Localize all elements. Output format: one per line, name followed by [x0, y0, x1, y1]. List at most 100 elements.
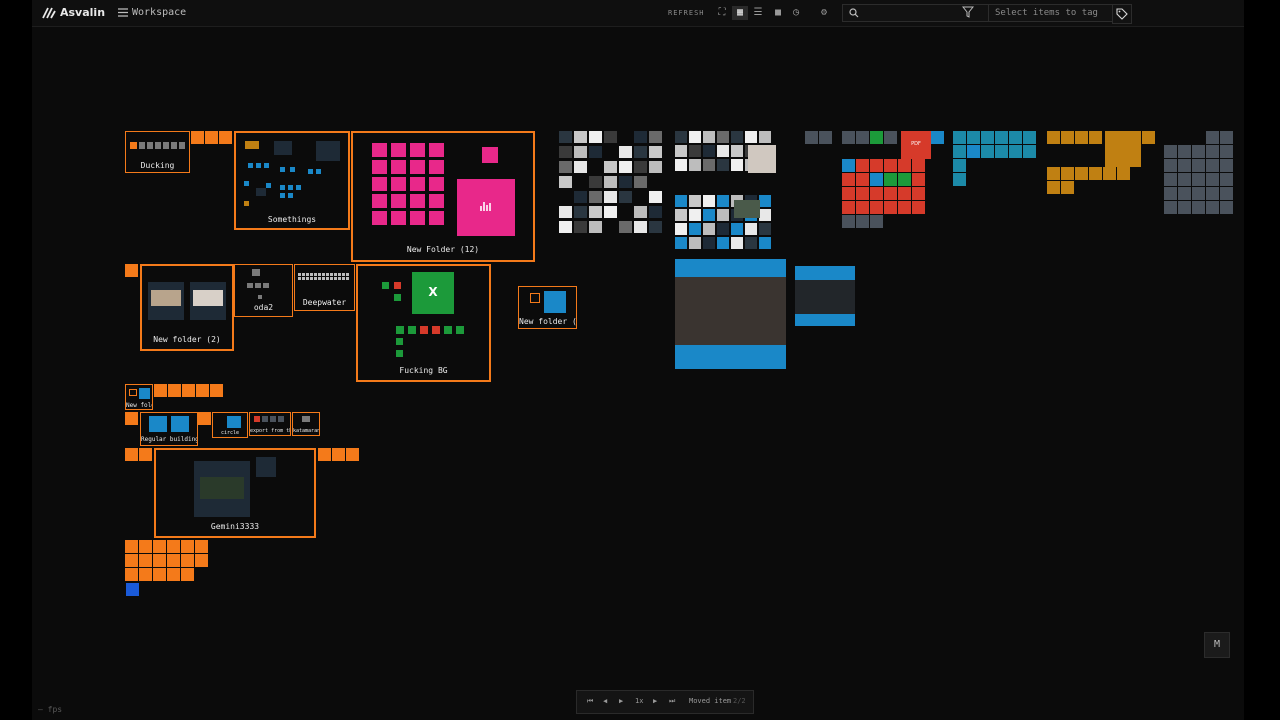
file-tile[interactable]: [870, 187, 883, 200]
folder-katamaran[interactable]: katamaran: [292, 412, 320, 436]
file-tile[interactable]: [856, 131, 869, 144]
play-icon[interactable]: ▶: [619, 697, 623, 705]
file-tile[interactable]: [1164, 145, 1177, 158]
skip-start-icon[interactable]: ⏮: [587, 697, 593, 706]
file-tile[interactable]: [168, 384, 181, 397]
file-thumb[interactable]: [288, 193, 293, 198]
timer-icon[interactable]: ◷: [788, 6, 804, 20]
file-tile[interactable]: [870, 159, 883, 172]
file-tile-large[interactable]: [1105, 131, 1141, 167]
folder-new-folder-9[interactable]: New folder (9: [518, 286, 577, 329]
file-tile[interactable]: [953, 145, 966, 158]
file-tile[interactable]: [1220, 131, 1233, 144]
file-tile[interactable]: [410, 194, 425, 208]
file-tile[interactable]: [372, 177, 387, 191]
file-thumb[interactable]: [278, 416, 284, 422]
file-tile[interactable]: [884, 173, 897, 186]
file-tile[interactable]: [703, 237, 715, 249]
file-tile[interactable]: [302, 277, 305, 280]
folder-tile[interactable]: [125, 264, 138, 277]
file-tile[interactable]: [912, 159, 925, 172]
file-thumb[interactable]: [296, 185, 301, 190]
file-thumb[interactable]: [254, 416, 260, 422]
file-tile[interactable]: [444, 326, 452, 334]
file-tile[interactable]: [759, 223, 771, 235]
folder-tile[interactable]: [219, 131, 232, 144]
file-tile[interactable]: [689, 223, 701, 235]
file-tile[interactable]: [842, 187, 855, 200]
file-tile[interactable]: [759, 195, 771, 207]
workspace-canvas[interactable]: [32, 0, 1244, 720]
file-tile[interactable]: [675, 223, 687, 235]
file-thumb[interactable]: [255, 283, 261, 288]
file-tile[interactable]: [649, 221, 662, 233]
file-tile[interactable]: [604, 191, 617, 203]
folder-gemini3333[interactable]: Gemini3333: [154, 448, 316, 538]
file-thumb[interactable]: [288, 185, 293, 190]
folder-tile[interactable]: [346, 448, 359, 461]
file-thumb[interactable]: [245, 141, 259, 149]
file-tile[interactable]: [703, 223, 715, 235]
file-tile[interactable]: [181, 554, 194, 567]
folder-tile[interactable]: [198, 412, 211, 425]
file-tile[interactable]: [559, 131, 572, 143]
file-tile[interactable]: [649, 191, 662, 203]
file-tile[interactable]: [306, 273, 309, 276]
file-tile[interactable]: [1192, 187, 1205, 200]
file-tile[interactable]: [589, 131, 602, 143]
file-tile[interactable]: [1075, 167, 1088, 180]
pdf-file-tile[interactable]: PDF: [901, 131, 931, 159]
file-tile[interactable]: [394, 282, 401, 289]
file-tile[interactable]: [429, 211, 444, 225]
folder-ducking[interactable]: Ducking: [125, 131, 190, 173]
file-tile[interactable]: [1220, 187, 1233, 200]
file-tile[interactable]: [310, 277, 313, 280]
file-tile[interactable]: [139, 540, 152, 553]
file-tile[interactable]: [429, 143, 444, 157]
file-tile[interactable]: [326, 277, 329, 280]
file-tile[interactable]: [745, 223, 757, 235]
file-tile[interactable]: [153, 540, 166, 553]
file-tile[interactable]: [649, 131, 662, 143]
file-tile[interactable]: [167, 540, 180, 553]
file-tile[interactable]: [731, 223, 743, 235]
file-tile[interactable]: [856, 215, 869, 228]
file-tile[interactable]: [1142, 131, 1155, 144]
image-file-large[interactable]: [675, 259, 786, 369]
file-tile[interactable]: [649, 161, 662, 173]
file-thumb[interactable]: [264, 163, 269, 168]
file-tile[interactable]: [125, 412, 138, 425]
file-tile[interactable]: [634, 131, 647, 143]
file-tile[interactable]: [330, 273, 333, 276]
file-tile[interactable]: [870, 173, 883, 186]
file-tile[interactable]: [1206, 187, 1219, 200]
folder-tile[interactable]: [318, 448, 331, 461]
file-tile[interactable]: [1220, 173, 1233, 186]
image-thumb[interactable]: [171, 416, 189, 432]
file-thumb[interactable]: [256, 188, 266, 196]
excel-file-tile[interactable]: X: [412, 272, 454, 314]
file-tile[interactable]: [981, 145, 994, 158]
file-tile[interactable]: [1206, 159, 1219, 172]
file-thumb[interactable]: [130, 142, 137, 149]
file-tile[interactable]: [167, 554, 180, 567]
file-tile[interactable]: [856, 159, 869, 172]
file-tile[interactable]: [1220, 159, 1233, 172]
file-tile[interactable]: [898, 187, 911, 200]
file-thumb[interactable]: [139, 142, 145, 149]
file-tile[interactable]: [1192, 159, 1205, 172]
file-tile[interactable]: [574, 206, 587, 218]
file-tile[interactable]: [870, 215, 883, 228]
folder-tile[interactable]: [126, 583, 139, 596]
file-tile[interactable]: [1103, 167, 1116, 180]
file-thumb[interactable]: [280, 193, 285, 198]
file-tile[interactable]: [717, 195, 729, 207]
file-tile[interactable]: [396, 350, 403, 357]
step-back-icon[interactable]: ◀: [603, 697, 607, 705]
file-tile[interactable]: [931, 131, 944, 144]
file-tile[interactable]: [689, 209, 701, 221]
image-thumb[interactable]: [194, 461, 250, 517]
file-tile[interactable]: [1009, 145, 1022, 158]
image-thumb[interactable]: [148, 282, 184, 320]
folder-tile[interactable]: [205, 131, 218, 144]
